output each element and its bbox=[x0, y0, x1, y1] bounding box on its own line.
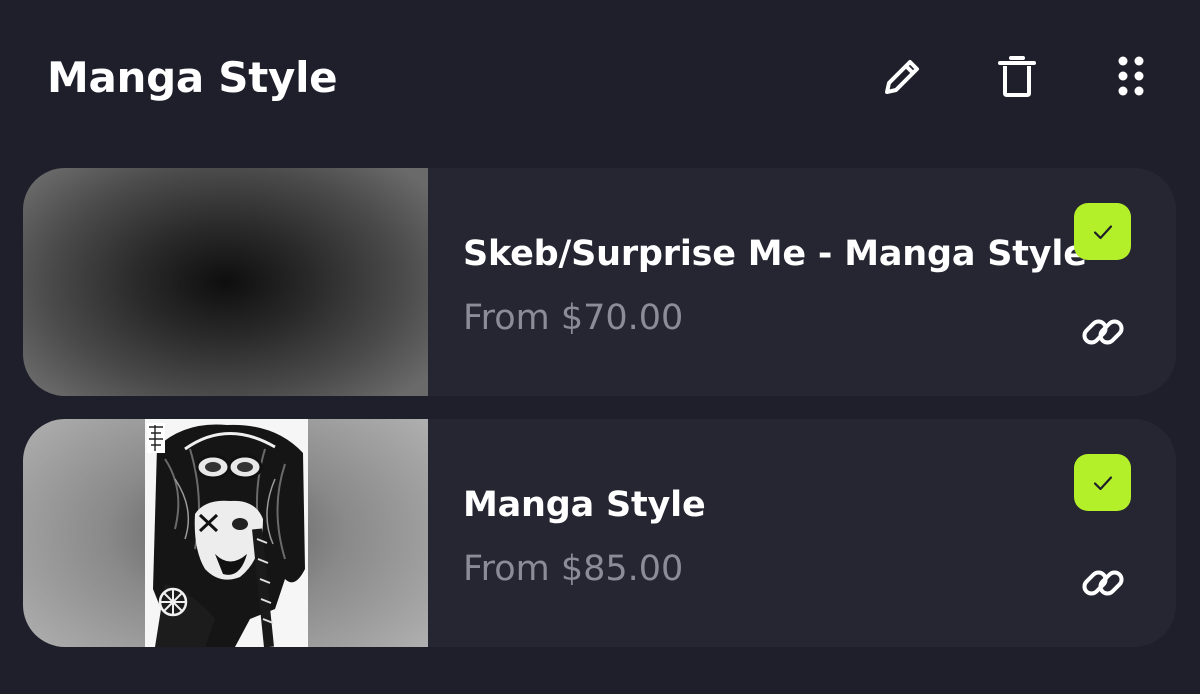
header: Manga Style bbox=[0, 0, 1200, 150]
item-title: Skeb/Surprise Me - Manga Style bbox=[463, 234, 1087, 274]
copy-link-button[interactable] bbox=[1079, 308, 1127, 356]
item-price: From $70.00 bbox=[463, 298, 684, 338]
list-item[interactable]: Manga Style From $85.00 bbox=[23, 419, 1176, 647]
check-icon bbox=[1093, 224, 1112, 239]
item-price: From $85.00 bbox=[463, 549, 684, 589]
select-checkbox[interactable] bbox=[1074, 454, 1131, 511]
manga-artwork-image bbox=[145, 419, 308, 647]
link-icon bbox=[1082, 319, 1124, 345]
item-title: Manga Style bbox=[463, 485, 706, 525]
pencil-icon bbox=[885, 60, 919, 94]
delete-button[interactable] bbox=[993, 52, 1041, 100]
item-thumbnail bbox=[23, 419, 428, 647]
page-title: Manga Style bbox=[47, 53, 338, 102]
edit-button[interactable] bbox=[879, 52, 927, 100]
grid-dots-icon bbox=[1118, 56, 1144, 96]
copy-link-button[interactable] bbox=[1079, 559, 1127, 607]
select-checkbox[interactable] bbox=[1074, 203, 1131, 260]
more-options-button[interactable] bbox=[1107, 52, 1155, 100]
trash-icon bbox=[998, 56, 1036, 97]
page: Manga Style Skeb/Surprise Me - Manga Sty… bbox=[0, 0, 1200, 694]
list-item[interactable]: Skeb/Surprise Me - Manga Style From $70.… bbox=[23, 168, 1176, 396]
item-thumbnail bbox=[23, 168, 428, 396]
link-icon bbox=[1082, 570, 1124, 596]
check-icon bbox=[1093, 475, 1112, 490]
